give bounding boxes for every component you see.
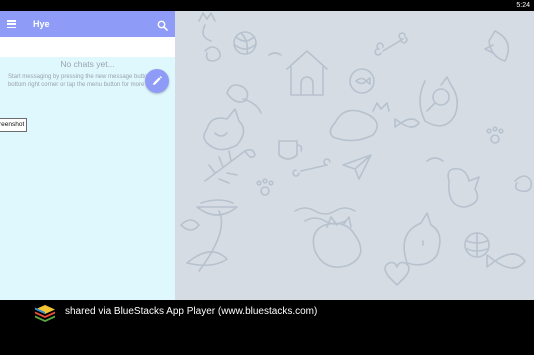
- bluestacks-logo: [34, 303, 56, 328]
- status-time: 5:24: [516, 2, 530, 9]
- status-bar: 5:24: [0, 0, 534, 11]
- screenshot-tooltip[interactable]: reenshot: [0, 118, 28, 132]
- app-header: Hye: [0, 11, 175, 37]
- app-screen: Hye No chats yet... Start messaging by p…: [0, 11, 534, 300]
- pencil-icon: [153, 76, 162, 85]
- chat-background-pattern: [175, 11, 534, 300]
- share-bar: shared via BlueStacks App Player (www.bl…: [0, 300, 534, 355]
- hamburger-menu-icon[interactable]: [7, 20, 16, 29]
- chat-list-panel: Hye No chats yet... Start messaging by p…: [0, 11, 175, 300]
- app-title: Hye: [33, 19, 50, 29]
- doodle-pattern-graphic: [180, 12, 533, 286]
- share-bar-text: shared via BlueStacks App Player (www.bl…: [65, 306, 318, 317]
- search-field[interactable]: [0, 37, 175, 57]
- search-icon[interactable]: [157, 18, 168, 31]
- empty-state-title: No chats yet...: [60, 59, 115, 69]
- new-message-button[interactable]: [145, 69, 169, 93]
